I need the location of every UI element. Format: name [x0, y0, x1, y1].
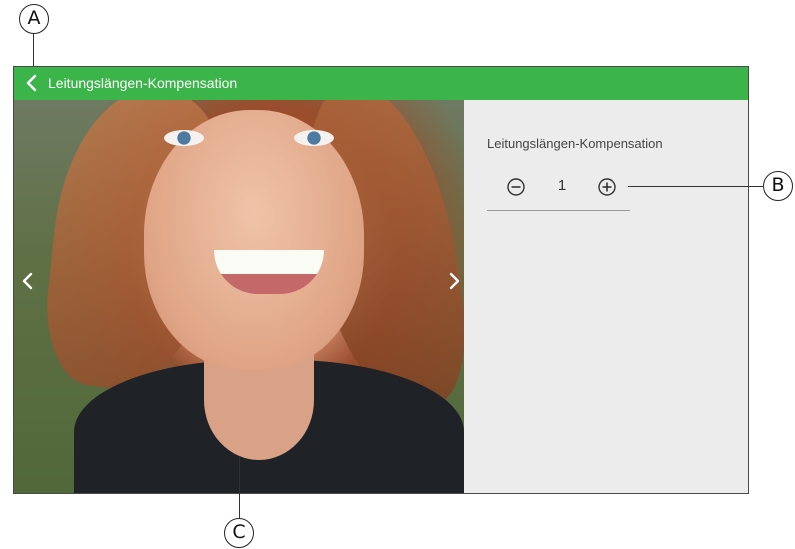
compensation-stepper: 1 — [487, 174, 630, 211]
chevron-left-icon — [22, 272, 33, 290]
previous-camera-button[interactable] — [18, 268, 38, 294]
chevron-left-icon — [26, 74, 37, 92]
title-bar: Leitungslängen-Kompensation — [14, 67, 748, 100]
next-camera-button[interactable] — [444, 268, 464, 294]
decrease-button[interactable] — [506, 177, 526, 197]
callout-b-label: B — [771, 174, 785, 196]
video-eye-right — [294, 130, 334, 146]
page-title: Leitungslängen-Kompensation — [48, 75, 238, 91]
callout-c-label: C — [232, 521, 246, 543]
callout-c-leader — [239, 456, 240, 518]
callout-c: C — [224, 518, 254, 548]
back-button[interactable] — [20, 71, 44, 95]
setting-label: Leitungslängen-Kompensation — [487, 136, 663, 151]
callout-a-label: A — [27, 7, 41, 29]
settings-panel: Leitungslängen-Kompensation 1 — [464, 100, 748, 493]
callout-a: A — [19, 4, 49, 34]
callout-b-leader — [628, 186, 763, 187]
minus-circle-icon — [507, 178, 525, 196]
stepper-value: 1 — [557, 177, 567, 194]
callout-b: B — [763, 171, 793, 201]
increase-button[interactable] — [597, 177, 617, 197]
plus-circle-icon — [598, 178, 616, 196]
video-feed — [14, 100, 464, 493]
chevron-right-icon — [449, 272, 460, 290]
video-eye-left — [164, 130, 204, 146]
intercom-screen: Leitungslängen-Kompensation Leitungsläng… — [13, 66, 749, 494]
video-face — [144, 110, 364, 370]
